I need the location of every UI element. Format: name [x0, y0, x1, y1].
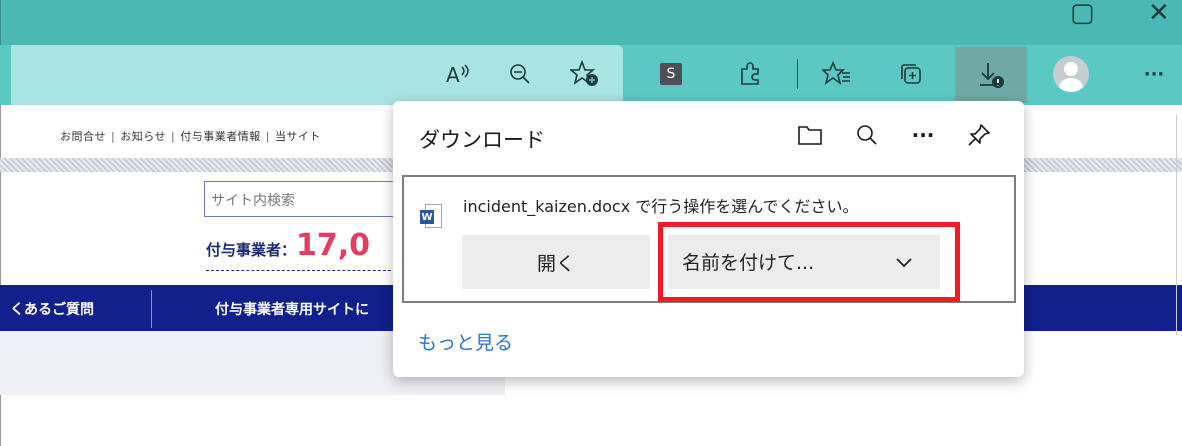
extensions-icon[interactable]: [732, 55, 768, 93]
issuer-count-label: 付与事業者：: [206, 241, 297, 259]
link-this-site[interactable]: 当サイト: [275, 130, 321, 143]
profile-button[interactable]: [1051, 55, 1091, 93]
top-links: お問合せ | お知らせ | 付与事業者情報 | 当サイト: [60, 130, 321, 143]
download-file-message: incident_kaizen.docx で行う操作を選んでください。: [463, 197, 859, 216]
read-aloud-icon[interactable]: A: [440, 55, 476, 93]
open-button[interactable]: 開く: [462, 235, 650, 289]
s-badge: S: [660, 63, 682, 85]
red-highlight-box: [658, 222, 960, 302]
link-issuer-info[interactable]: 付与事業者情報: [180, 130, 261, 143]
more-icon[interactable]: ···: [1136, 55, 1172, 93]
extension-s-icon[interactable]: S: [656, 55, 686, 93]
dotted-underline: [206, 270, 406, 271]
downloads-title: ダウンロード: [419, 128, 545, 152]
pin-icon[interactable]: [962, 118, 996, 152]
nav-issuer-site[interactable]: 付与事業者専用サイトに: [215, 299, 369, 319]
svg-text:A: A: [446, 63, 460, 86]
open-folder-icon[interactable]: [793, 118, 827, 152]
restore-window-icon[interactable]: ▢: [1070, 0, 1095, 26]
close-window-icon[interactable]: ✕: [1148, 0, 1170, 26]
word-file-icon: W: [420, 204, 442, 230]
add-favorite-icon[interactable]: [565, 55, 605, 93]
issuer-count-number: 17,0: [296, 228, 371, 263]
link-news[interactable]: お知らせ: [120, 130, 166, 143]
downloads-button[interactable]: [955, 47, 1027, 103]
link-inquiry[interactable]: お問合せ: [60, 130, 106, 143]
profile-avatar: [1053, 56, 1089, 92]
favorites-icon[interactable]: [818, 55, 856, 93]
collections-icon[interactable]: [892, 55, 930, 93]
downloads-icon: [980, 63, 1004, 88]
more-options-icon[interactable]: ···: [906, 118, 940, 152]
issuer-count: 付与事業者：17,0: [206, 228, 370, 263]
scrollbar-edge: [1176, 115, 1177, 335]
nav-faq[interactable]: くあるご質問: [10, 299, 94, 319]
search-downloads-icon[interactable]: [850, 118, 884, 152]
toolbar-separator: [797, 59, 798, 89]
see-more-link[interactable]: もっと見る: [418, 328, 513, 355]
site-search-input[interactable]: サイト内検索: [204, 181, 404, 217]
zoom-out-icon[interactable]: [502, 55, 538, 93]
nav-separator: [151, 290, 152, 328]
window-titlebar: [0, 0, 1182, 45]
